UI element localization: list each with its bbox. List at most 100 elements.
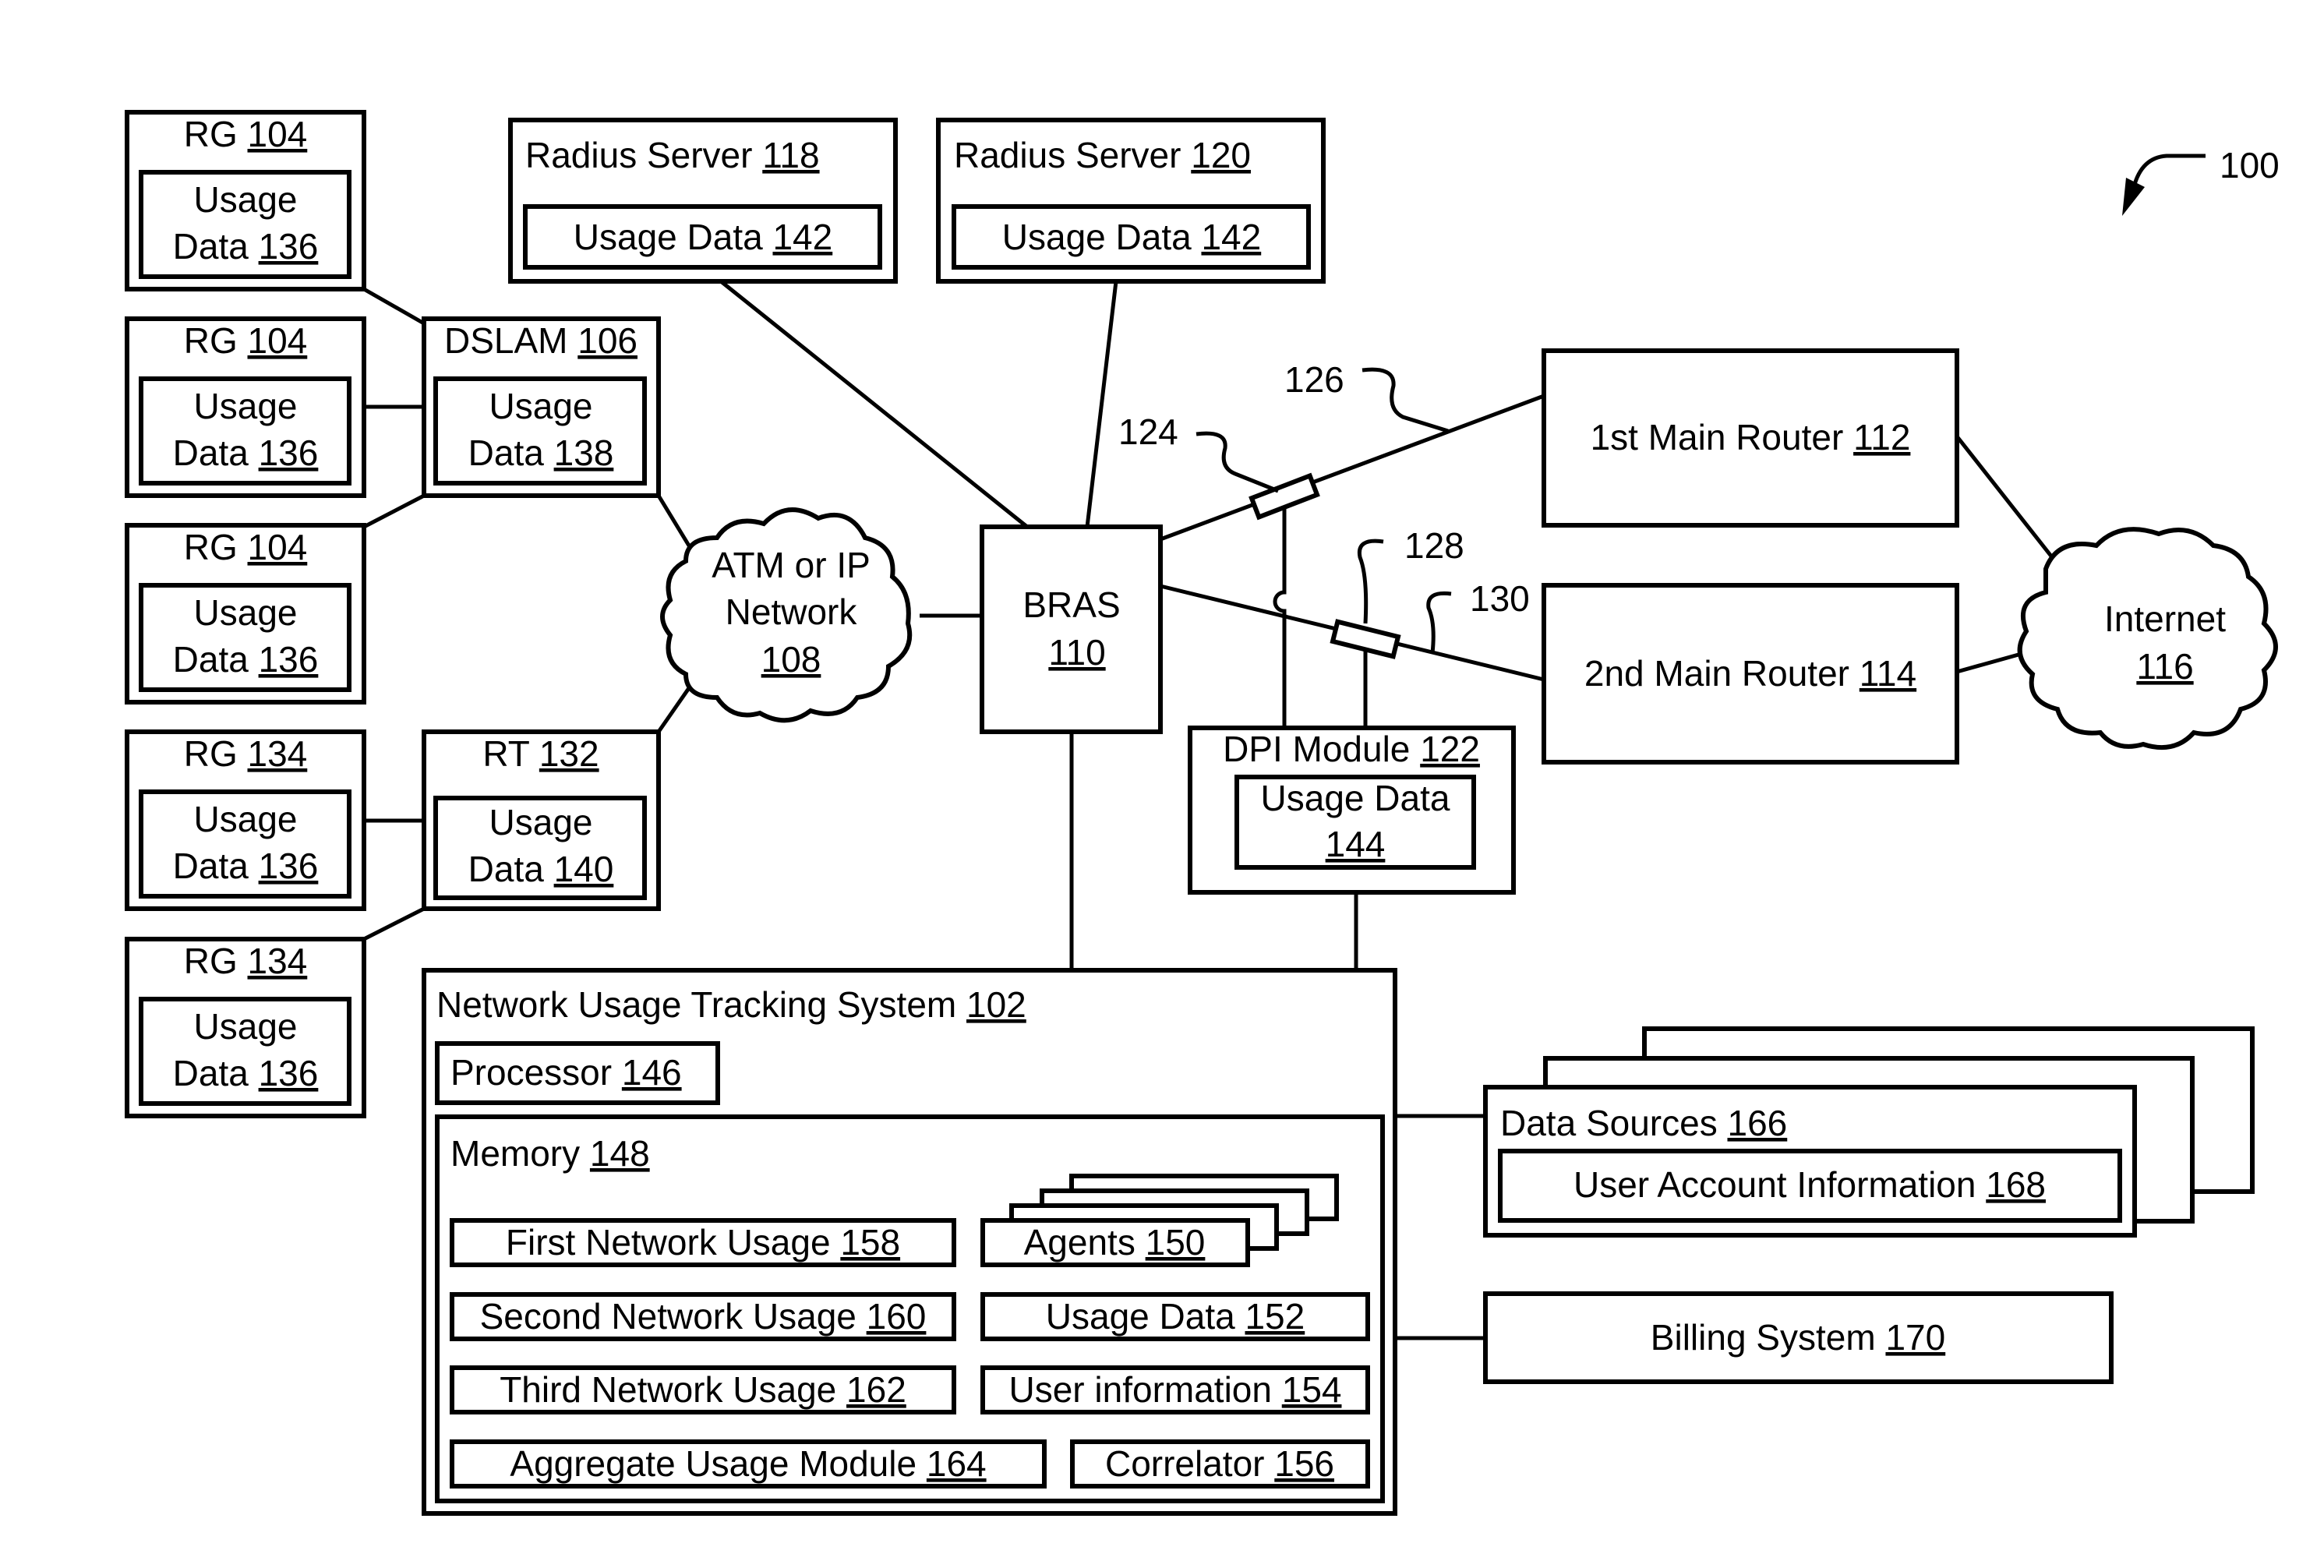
dslam-label: DSLAM 106 xyxy=(444,320,638,361)
internet-cloud[interactable]: Internet 116 xyxy=(2017,527,2278,750)
user-account-information-box[interactable]: User Account Information 168 xyxy=(1498,1149,2122,1223)
rg-box[interactable]: RG 134 Usage Data 136 xyxy=(125,937,366,1118)
aggregate-usage-module-label: Aggregate Usage Module 164 xyxy=(510,1443,986,1484)
tap-line-1 xyxy=(1273,486,1287,728)
network-diagram: 124 126 128 130 100 RG 104 Usage Data 13… xyxy=(125,110,2280,1516)
link-radius1-bras xyxy=(719,280,1029,528)
correlator-label: Correlator 156 xyxy=(1105,1443,1334,1484)
figure-arrowhead-icon xyxy=(2122,178,2145,216)
internet-ref: 116 xyxy=(2136,646,2193,687)
third-network-usage-label: Third Network Usage 162 xyxy=(500,1369,906,1410)
usage-data-label: Data 136 xyxy=(173,639,319,680)
link-rg5-rt xyxy=(362,906,426,941)
figure-ref-label: 100 xyxy=(2220,145,2280,185)
rg-box[interactable]: RG 134 Usage Data 136 xyxy=(125,729,366,911)
rg-box[interactable]: RG 104 Usage Data 136 xyxy=(125,110,366,291)
bras-label: BRAS xyxy=(1022,584,1120,625)
usage-data-label: Usage xyxy=(194,592,298,633)
rg-box[interactable]: RG 104 Usage Data 136 xyxy=(125,316,366,498)
link-dslam-atm xyxy=(656,494,696,555)
link-router1-internet xyxy=(1955,435,2057,563)
usage-data-label: Usage Data xyxy=(1261,778,1450,818)
atm-label: Network xyxy=(726,592,858,632)
usage-data-label: Usage xyxy=(194,179,298,220)
rg-label: RG 104 xyxy=(184,114,308,154)
router-label: 2nd Main Router 114 xyxy=(1584,653,1916,694)
third-network-usage-box[interactable]: Third Network Usage 162 xyxy=(450,1365,956,1414)
atm-ref: 108 xyxy=(761,639,821,680)
user-information-box[interactable]: User information 154 xyxy=(980,1365,1370,1414)
radius-server-box[interactable]: Radius Server 120 Usage Data 142 xyxy=(936,118,1326,284)
nuts-label: Network Usage Tracking System 102 xyxy=(436,984,1026,1025)
radius-server-label: Radius Server 118 xyxy=(525,135,820,175)
usage-data-label: Usage Data 142 xyxy=(574,217,832,257)
usage-data-ref: 144 xyxy=(1326,824,1386,864)
router-label: 1st Main Router 112 xyxy=(1591,417,1911,457)
billing-system-label: Billing System 170 xyxy=(1651,1317,1945,1358)
user-account-information-label: User Account Information 168 xyxy=(1573,1164,2046,1205)
processor-box[interactable]: Processor 146 xyxy=(435,1041,720,1105)
rt-box[interactable]: RT 132 Usage Data 140 xyxy=(422,729,661,911)
first-network-usage-box[interactable]: First Network Usage 158 xyxy=(450,1218,956,1267)
correlator-box[interactable]: Correlator 156 xyxy=(1070,1439,1370,1489)
callout-label-126: 126 xyxy=(1284,359,1344,400)
usage-data-label: Data 136 xyxy=(173,1053,319,1093)
rg-box[interactable]: RG 104 Usage Data 136 xyxy=(125,523,366,705)
radius-server-label: Radius Server 120 xyxy=(954,135,1251,175)
rg-label: RG 104 xyxy=(184,527,308,567)
rg-label: RG 134 xyxy=(184,941,308,981)
second-network-usage-box[interactable]: Second Network Usage 160 xyxy=(450,1292,956,1341)
rg-label: RG 104 xyxy=(184,320,308,361)
rg-label: RG 134 xyxy=(184,733,308,774)
link-bras-router1 xyxy=(1160,394,1545,542)
usage-data-label: Data 138 xyxy=(468,433,614,473)
usage-data-label: Usage xyxy=(194,1006,298,1047)
dslam-box[interactable]: DSLAM 106 Usage Data 138 xyxy=(422,316,661,498)
atm-ip-network-cloud[interactable]: ATM or IP Network 108 xyxy=(660,507,913,723)
memory-label: Memory 148 xyxy=(450,1133,650,1174)
radius-server-box[interactable]: Radius Server 118 Usage Data 142 xyxy=(508,118,898,284)
link-radius2-bras xyxy=(1085,281,1118,528)
aggregate-usage-module-box[interactable]: Aggregate Usage Module 164 xyxy=(450,1439,1047,1489)
data-sources-label: Data Sources 166 xyxy=(1500,1103,1787,1143)
data-sources-stack[interactable]: Data Sources 166 User Account Informatio… xyxy=(1483,1026,2255,1238)
memory-box[interactable]: Memory 148 First Network Usage 158 Secon… xyxy=(435,1114,1385,1503)
usage-data-label: Data 136 xyxy=(173,846,319,886)
atm-label: ATM or IP xyxy=(712,545,871,585)
figure-arrow-icon xyxy=(2132,154,2206,188)
network-usage-tracking-system-box[interactable]: Network Usage Tracking System 102 Proces… xyxy=(422,968,1397,1516)
agents-label: Agents 150 xyxy=(1024,1222,1206,1263)
link-rg3-dslam xyxy=(362,493,426,529)
bras-box[interactable]: BRAS 110 xyxy=(980,524,1163,734)
callout-label-128: 128 xyxy=(1404,525,1464,566)
dpi-label: DPI Module 122 xyxy=(1223,729,1480,769)
rt-label: RT 132 xyxy=(482,733,599,774)
usage-data-label: Usage xyxy=(194,799,298,839)
internet-label: Internet xyxy=(2104,599,2226,639)
main-router-2-box[interactable]: 2nd Main Router 114 xyxy=(1542,583,1959,765)
usage-data-152-box[interactable]: Usage Data 152 xyxy=(980,1292,1370,1341)
billing-system-box[interactable]: Billing System 170 xyxy=(1483,1291,2114,1384)
usage-data-label: Usage Data 142 xyxy=(1002,217,1261,257)
first-network-usage-label: First Network Usage 158 xyxy=(506,1222,900,1263)
usage-data-label: Data 136 xyxy=(173,226,319,267)
callout-leader-130 xyxy=(1426,591,1452,654)
callout-label-124: 124 xyxy=(1118,411,1178,452)
link-rg1-dslam xyxy=(362,287,426,326)
usage-data-label: Usage xyxy=(489,802,593,842)
usage-data-152-label: Usage Data 152 xyxy=(1046,1296,1305,1337)
user-information-label: User information 154 xyxy=(1009,1369,1342,1410)
link-router2-internet xyxy=(1956,652,2019,674)
callout-label-130: 130 xyxy=(1470,578,1530,619)
dpi-module-box[interactable]: DPI Module 122 Usage Data 144 xyxy=(1188,726,1516,895)
usage-data-label: Usage xyxy=(489,386,593,426)
bras-ref: 110 xyxy=(1048,632,1105,673)
usage-data-label: Data 140 xyxy=(468,849,614,889)
second-network-usage-label: Second Network Usage 160 xyxy=(480,1296,927,1337)
processor-label: Processor 146 xyxy=(450,1052,682,1093)
callout-leader-124 xyxy=(1196,431,1279,493)
callout-leader-126 xyxy=(1362,367,1449,433)
callout-leader-128 xyxy=(1357,539,1384,624)
usage-data-label: Data 136 xyxy=(173,433,319,473)
main-router-1-box[interactable]: 1st Main Router 112 xyxy=(1542,348,1959,528)
